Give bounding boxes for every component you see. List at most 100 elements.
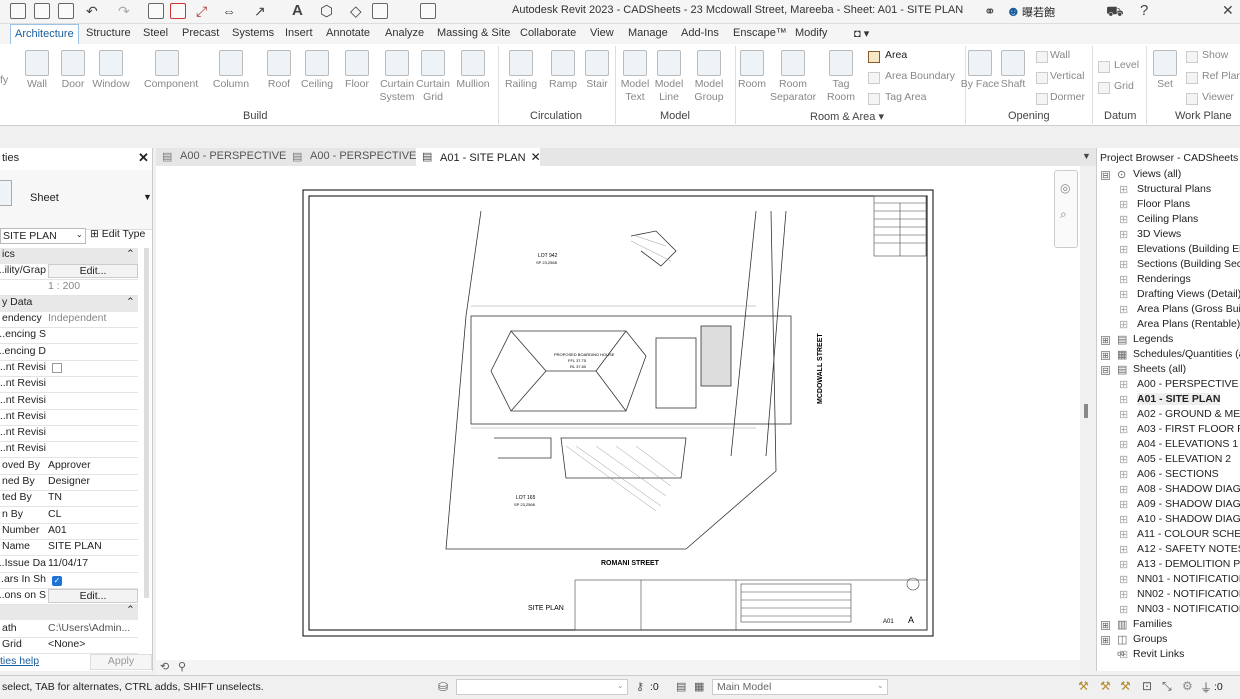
families-node[interactable]: Families bbox=[1133, 618, 1172, 630]
ribbon-tab-steel[interactable]: Steel bbox=[143, 27, 168, 39]
views-category-item[interactable]: Area Plans (Gross Build bbox=[1137, 303, 1240, 315]
property-row[interactable]: nt Revisi... bbox=[0, 410, 138, 426]
ribbon-tab-insert[interactable]: Insert bbox=[285, 27, 313, 39]
user-name[interactable]: 曝若飽 bbox=[1022, 4, 1055, 20]
views-category-item[interactable]: Sections (Building Sect bbox=[1137, 258, 1240, 270]
drag-elements-icon[interactable]: ⤡ bbox=[1162, 679, 1172, 694]
sheets-node[interactable]: Sheets (all) bbox=[1133, 363, 1186, 375]
ribbon-tab-modify[interactable]: Modify bbox=[795, 27, 827, 39]
expand-icon[interactable]: ⊞ bbox=[1119, 198, 1128, 211]
property-row[interactable]: Number A01 bbox=[0, 524, 138, 540]
instance-selector[interactable]: SITE PLAN ⌄ bbox=[0, 228, 86, 244]
expand-icon[interactable]: ⊞ bbox=[1101, 336, 1110, 345]
thin-lines-icon[interactable] bbox=[372, 3, 388, 19]
views-category-item[interactable]: Area Plans (Rentable) bbox=[1137, 318, 1240, 330]
sheet-item[interactable]: A02 - GROUND & MEZ bbox=[1137, 408, 1240, 420]
property-row[interactable]: nt Revisi... bbox=[0, 426, 138, 443]
expand-icon[interactable]: ⊞ bbox=[1119, 588, 1128, 601]
expand-icon[interactable]: ⊞ bbox=[1119, 228, 1128, 241]
property-value[interactable]: SITE PLAN bbox=[48, 540, 138, 552]
cart-icon[interactable]: ⛟ bbox=[1106, 3, 1124, 22]
ribbon-tab-enscape[interactable]: Enscape™ bbox=[733, 27, 787, 39]
doc-tab-a01[interactable]: ▤ A01 - SITE PLAN ✕ bbox=[416, 148, 541, 166]
property-value[interactable]: Designer bbox=[48, 475, 138, 487]
property-row[interactable]: nt Revisi... bbox=[0, 394, 138, 410]
expand-icon[interactable]: ⊞ bbox=[1119, 408, 1128, 421]
expand-icon[interactable]: ⊞ bbox=[1119, 543, 1128, 556]
expand-icon[interactable]: ⊞ bbox=[1119, 303, 1128, 316]
drawing-canvas[interactable]: LOT 942 SP 23,2568 LOT 165 SP 23,2568 PR… bbox=[156, 166, 1080, 666]
properties-help-link[interactable]: ties help bbox=[0, 655, 39, 667]
sheet-item[interactable]: NN01 - NOTIFICATION bbox=[1137, 573, 1240, 585]
views-category-item[interactable]: Structural Plans bbox=[1137, 183, 1211, 195]
expand-icon[interactable]: ⊞ bbox=[1119, 453, 1128, 466]
tool-room-button[interactable]: Room bbox=[729, 44, 775, 91]
property-row[interactable]: nt Revisi... bbox=[0, 377, 138, 394]
sheet-item[interactable]: A06 - SECTIONS bbox=[1137, 468, 1219, 480]
sheet-item[interactable]: A00 - PERSPECTIVE bbox=[1137, 378, 1239, 390]
navigation-bar[interactable]: ◎ ⌕ bbox=[1054, 170, 1078, 248]
ribbon-display-options-icon[interactable]: ◘ ▾ bbox=[854, 27, 869, 40]
properties-scrollbar[interactable] bbox=[144, 248, 149, 598]
sheet-item[interactable]: A08 - SHADOW DIAGR bbox=[1137, 483, 1240, 495]
select-underlay-icon[interactable]: ⚒ bbox=[1100, 679, 1111, 693]
tool-room-separator-button[interactable]: Room Separator bbox=[770, 44, 816, 104]
expand-icon[interactable]: ⊞ bbox=[1119, 483, 1128, 496]
property-value[interactable]: Edit... bbox=[48, 589, 138, 604]
section-graphics[interactable]: ics ⌃ bbox=[0, 248, 138, 264]
tool-component-button[interactable]: Component bbox=[144, 44, 198, 91]
sheet-item[interactable]: A13 - DEMOLITION PLA bbox=[1137, 558, 1240, 570]
pdf-icon[interactable] bbox=[170, 3, 186, 19]
sheet-item[interactable]: A09 - SHADOW DIAGR bbox=[1137, 498, 1240, 510]
sheet-item[interactable]: A12 - SAFETY NOTES bbox=[1137, 543, 1240, 555]
ribbon-tab-add-ins[interactable]: Add-Ins bbox=[681, 27, 719, 39]
sheet-item[interactable]: A11 - COLOUR SCHEDU bbox=[1137, 528, 1240, 540]
modify-icon[interactable]: ⤢ bbox=[196, 3, 207, 20]
binoculars-icon[interactable]: ⚭ bbox=[984, 3, 996, 20]
views-category-item[interactable]: Floor Plans bbox=[1137, 198, 1190, 210]
expand-icon[interactable]: ⊞ bbox=[1119, 438, 1128, 451]
help-icon[interactable]: ? bbox=[1140, 2, 1148, 19]
expand-icon[interactable]: ⊞ bbox=[1119, 393, 1128, 406]
type-selector[interactable]: Sheet ▼ bbox=[0, 170, 152, 230]
wall-opening-button[interactable]: Wall bbox=[1050, 49, 1070, 61]
expand-icon[interactable]: ⊞ bbox=[1101, 621, 1110, 630]
property-row[interactable]: nt Revisi... bbox=[0, 361, 138, 377]
expand-icon[interactable]: ⊞ bbox=[1119, 513, 1128, 526]
views-node[interactable]: Views (all) bbox=[1133, 168, 1181, 180]
ref-plane-button[interactable]: Ref Plane bbox=[1202, 70, 1240, 82]
sheet-item[interactable]: A03 - FIRST FLOOR PLA bbox=[1137, 423, 1240, 435]
property-row[interactable]: ars In Sh... bbox=[0, 573, 138, 589]
expand-icon[interactable]: ⊞ bbox=[1119, 528, 1128, 541]
tool-tag-room-button[interactable]: Tag Room bbox=[818, 44, 864, 104]
sheet-item[interactable]: NN02 - NOTIFICATION bbox=[1137, 588, 1240, 600]
views-category-item[interactable]: Renderings bbox=[1137, 273, 1191, 285]
sheet-item[interactable]: A01 - SITE PLAN bbox=[1137, 393, 1221, 405]
expand-icon[interactable]: ⊞ bbox=[1119, 183, 1128, 196]
ribbon-tab-analyze[interactable]: Analyze bbox=[385, 27, 424, 39]
editing-requests-icon[interactable]: ▦ bbox=[694, 680, 704, 693]
close-window-icon[interactable]: ✕ bbox=[1222, 2, 1234, 19]
sheet-item[interactable]: A04 - ELEVATIONS 1 bbox=[1137, 438, 1238, 450]
expand-icon[interactable]: ⊟ bbox=[1101, 366, 1110, 375]
expand-icon[interactable]: ⊞ bbox=[1119, 468, 1128, 481]
vertical-splitter[interactable] bbox=[1084, 404, 1088, 418]
groups-node[interactable]: Groups bbox=[1133, 633, 1167, 645]
schedules-node[interactable]: Schedules/Quantities (a bbox=[1133, 348, 1240, 360]
property-row[interactable]: encing D... bbox=[0, 345, 138, 361]
property-value[interactable]: CL bbox=[48, 508, 138, 520]
expand-icon[interactable]: ⊞ bbox=[1119, 378, 1128, 391]
property-row[interactable]: n By CL bbox=[0, 508, 138, 524]
legends-node[interactable]: Legends bbox=[1133, 333, 1173, 345]
property-row[interactable]: Issue Da...11/04/17 bbox=[0, 557, 138, 573]
vertical-opening-button[interactable]: Vertical bbox=[1050, 70, 1084, 82]
tool-window-button[interactable]: Window bbox=[88, 44, 134, 91]
steering-wheel-icon[interactable]: ◎ bbox=[1060, 181, 1070, 195]
level-button[interactable]: Level bbox=[1114, 59, 1139, 71]
doc-tab-a00-2[interactable]: ▤ A00 - PERSPECTIVE bbox=[286, 148, 416, 166]
design-options-icon[interactable]: ▤ bbox=[676, 680, 686, 693]
redo-icon[interactable]: ↷ bbox=[118, 3, 130, 20]
modify-tool-label[interactable]: fy bbox=[0, 74, 8, 86]
close-icon[interactable]: ✕ bbox=[138, 150, 149, 166]
expand-icon[interactable]: ⊟ bbox=[1101, 171, 1110, 180]
